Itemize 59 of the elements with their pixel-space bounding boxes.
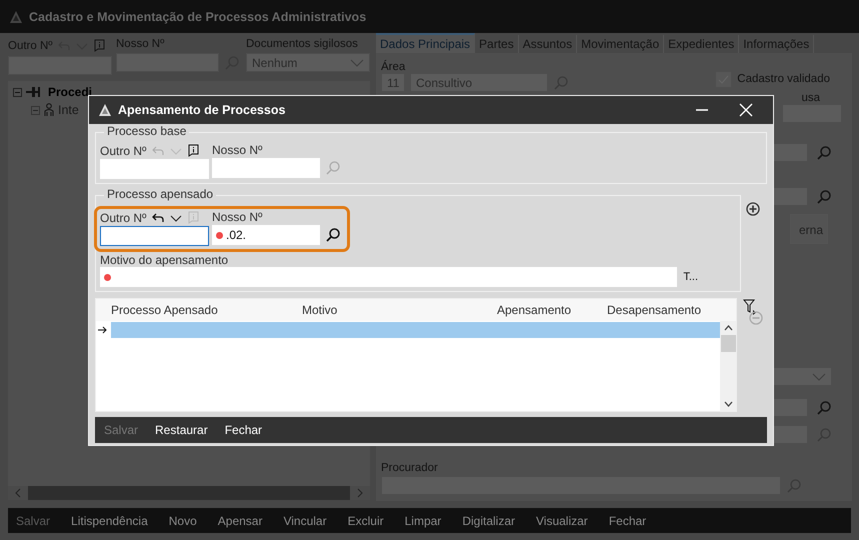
- minimize-icon[interactable]: [696, 109, 708, 111]
- chevron-down-icon: [812, 372, 826, 380]
- add-icon[interactable]: [746, 202, 760, 216]
- group-title: Processo apensado: [104, 187, 216, 201]
- chevron-right-icon[interactable]: [356, 488, 364, 498]
- toolbar-button[interactable]: Limpar: [404, 514, 442, 528]
- toolbar-button[interactable]: Novo: [168, 514, 197, 528]
- dialog-button[interactable]: Fechar: [224, 423, 262, 437]
- chevron-left-icon[interactable]: [14, 488, 22, 498]
- logo-icon: [98, 103, 112, 117]
- toolbar-button[interactable]: Vincular: [283, 514, 327, 528]
- toolbar-button[interactable]: Litispendência: [71, 514, 148, 528]
- column-header[interactable]: Apensamento: [497, 303, 607, 317]
- collapse-icon[interactable]: [31, 106, 40, 114]
- dropdown[interactable]: [772, 367, 832, 386]
- undo-icon[interactable]: [152, 212, 164, 222]
- input-field[interactable]: [100, 226, 209, 246]
- column-header[interactable]: Motivo: [302, 303, 497, 317]
- logo-icon: [9, 10, 23, 24]
- vertical-scrollbar[interactable]: [720, 321, 736, 411]
- input-field[interactable]: .02.: [212, 225, 320, 245]
- field-label: Outro Nº: [100, 144, 146, 158]
- dialog-title: Apensamento de Processos: [118, 103, 286, 117]
- column-header[interactable]: Desapensamento: [607, 303, 736, 317]
- toolbar-button[interactable]: Apensar: [218, 514, 262, 528]
- person-icon: [44, 103, 54, 117]
- chevron-up-icon[interactable]: [724, 325, 732, 331]
- info-note-icon[interactable]: [188, 144, 200, 157]
- scrollbar-thumb[interactable]: [720, 335, 736, 352]
- group-title: Processo base: [104, 124, 190, 138]
- chevron-down-icon[interactable]: [170, 214, 182, 222]
- search-icon[interactable]: [325, 227, 341, 243]
- remove-icon[interactable]: [749, 311, 763, 325]
- close-icon[interactable]: [739, 103, 753, 117]
- input-field[interactable]: [100, 159, 209, 179]
- toolbar-button[interactable]: Digitalizar: [462, 514, 515, 528]
- input-field[interactable]: [100, 267, 678, 287]
- toolbar-button[interactable]: Excluir: [348, 514, 384, 528]
- column-header[interactable]: Processo Apensado: [111, 303, 302, 317]
- dialog-button[interactable]: Restaurar: [155, 423, 208, 437]
- row-indicator-icon: [98, 326, 107, 334]
- toolbar-button[interactable]: Visualizar: [536, 514, 588, 528]
- field-label: Procurador: [381, 462, 439, 474]
- toolbar-button[interactable]: Fechar: [608, 514, 646, 528]
- window-title: Cadastro e Movimentação de Processos Administrativos: [29, 10, 366, 24]
- field-label: Outro Nº: [100, 210, 146, 224]
- checkbox-label: Cadastro validado: [737, 73, 830, 85]
- collapse-icon[interactable]: [13, 88, 22, 96]
- text-button[interactable]: T...: [683, 271, 698, 283]
- filter-icon[interactable]: [743, 299, 757, 315]
- chevron-down-icon[interactable]: [724, 401, 732, 407]
- field-label: usa: [801, 92, 820, 104]
- field-label: Motivo do apensamento: [100, 253, 230, 267]
- checkbox[interactable]: [716, 72, 732, 86]
- chevron-down-icon: [350, 58, 364, 66]
- field-label: Área: [381, 61, 406, 73]
- field-label: Nosso Nº: [212, 143, 264, 157]
- input-field[interactable]: [212, 158, 320, 178]
- field-label: Nosso Nº: [212, 210, 264, 224]
